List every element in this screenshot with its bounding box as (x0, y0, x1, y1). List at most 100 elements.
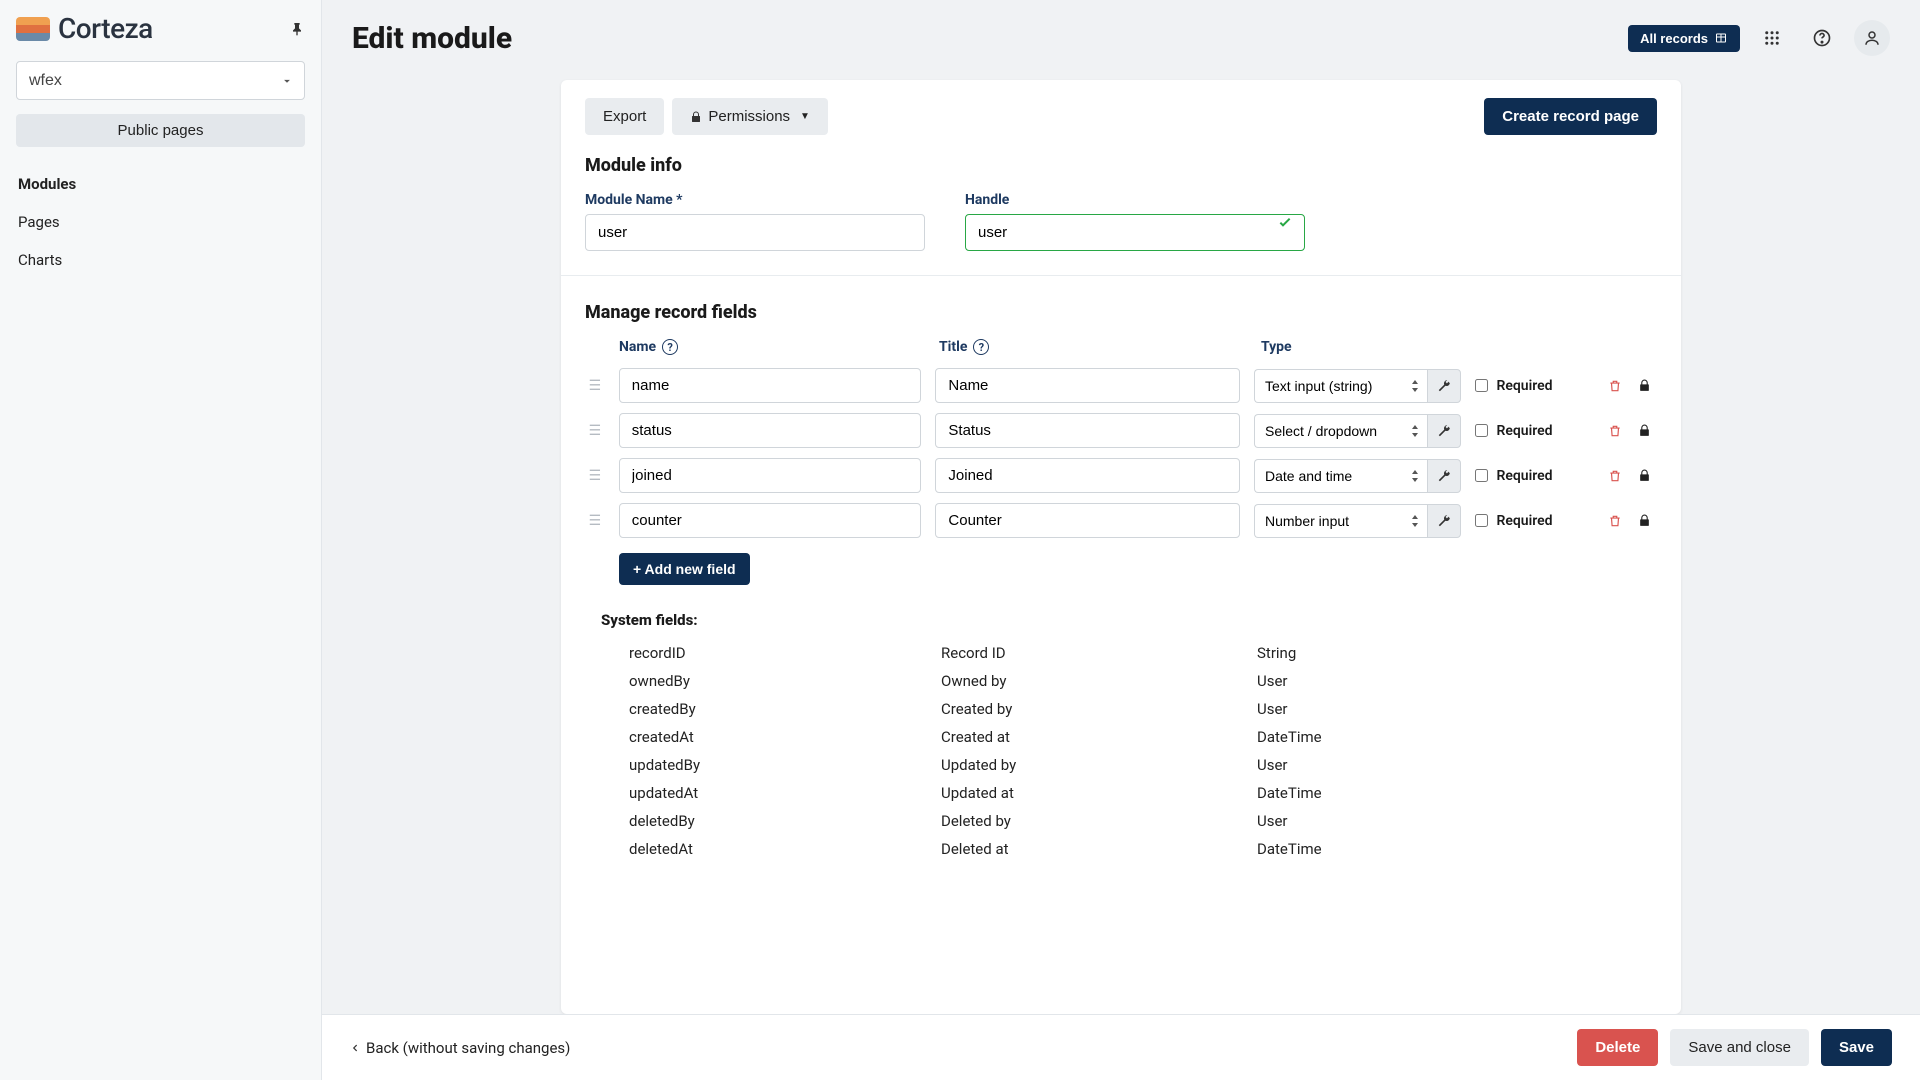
back-link[interactable]: Back (without saving changes) (350, 1039, 570, 1057)
field-type-select[interactable]: Number input (1254, 504, 1427, 538)
chevron-down-icon: ▼ (800, 111, 810, 122)
col-type-label: Type (1261, 339, 1471, 355)
save-and-close-button[interactable]: Save and close (1670, 1029, 1809, 1066)
sidebar-item-charts[interactable]: Charts (16, 241, 305, 279)
lock-icon (690, 110, 702, 124)
field-title-input[interactable] (935, 413, 1240, 448)
pin-icon[interactable] (289, 21, 305, 37)
field-name-input[interactable] (619, 413, 922, 448)
create-record-page-button[interactable]: Create record page (1484, 98, 1657, 135)
field-name-input[interactable] (619, 503, 922, 538)
wrench-icon (1437, 379, 1451, 393)
export-button[interactable]: Export (585, 98, 664, 135)
wrench-icon (1437, 424, 1451, 438)
system-field-type: User (1257, 812, 1288, 830)
system-fields-heading: System fields: (601, 611, 1657, 629)
drag-handle-icon[interactable]: ☰ (585, 424, 605, 438)
required-checkbox[interactable] (1475, 379, 1488, 392)
handle-label: Handle (965, 192, 1305, 208)
system-field-title: Deleted at (941, 840, 1257, 858)
system-field-type: DateTime (1257, 728, 1322, 746)
field-configure-button[interactable] (1427, 459, 1461, 493)
field-name-input[interactable] (619, 458, 922, 493)
save-button[interactable]: Save (1821, 1029, 1892, 1066)
system-field-title: Record ID (941, 644, 1257, 662)
chevron-left-icon (350, 1041, 360, 1055)
add-new-field-button[interactable]: + Add new field (619, 553, 750, 585)
system-field-name: createdBy (629, 700, 941, 718)
system-field-title: Created by (941, 700, 1257, 718)
help-icon[interactable]: ? (973, 339, 989, 355)
sidebar-item-modules[interactable]: Modules (16, 165, 305, 203)
public-pages-button[interactable]: Public pages (16, 114, 305, 147)
footer: Back (without saving changes) Delete Sav… (322, 1014, 1920, 1080)
required-checkbox[interactable] (1475, 469, 1488, 482)
system-field-title: Created at (941, 728, 1257, 746)
field-configure-button[interactable] (1427, 414, 1461, 448)
trash-icon[interactable] (1608, 423, 1622, 439)
delete-button[interactable]: Delete (1577, 1029, 1658, 1066)
field-title-input[interactable] (935, 368, 1240, 403)
permissions-label: Permissions (708, 108, 790, 125)
field-row: ☰ Select / dropdown Required (561, 408, 1681, 453)
field-row: ☰ Number input Required (561, 498, 1681, 543)
system-field-name: ownedBy (629, 672, 941, 690)
check-icon (1277, 214, 1293, 230)
col-name-label: Name (619, 339, 656, 355)
sidebar-item-pages[interactable]: Pages (16, 203, 305, 241)
required-checkbox[interactable] (1475, 424, 1488, 437)
field-type-select[interactable]: Date and time (1254, 459, 1427, 493)
brand-logo: Corteza (16, 12, 153, 45)
system-field-row: ownedBy Owned by User (601, 667, 1657, 695)
brand-name: Corteza (58, 12, 153, 45)
lock-icon[interactable] (1638, 468, 1651, 483)
all-records-label: All records (1640, 31, 1708, 46)
drag-handle-icon[interactable]: ☰ (585, 514, 605, 528)
system-field-type: User (1257, 672, 1288, 690)
namespace-select[interactable]: wfex (16, 61, 305, 100)
lock-icon[interactable] (1638, 513, 1651, 528)
back-label: Back (without saving changes) (366, 1039, 570, 1057)
system-field-row: updatedAt Updated at DateTime (601, 779, 1657, 807)
all-records-button[interactable]: All records (1628, 25, 1740, 52)
col-title-label: Title (939, 339, 967, 355)
handle-input[interactable] (965, 214, 1305, 251)
system-field-row: deletedBy Deleted by User (601, 807, 1657, 835)
field-row: ☰ Text input (string) Required (561, 363, 1681, 408)
help-icon[interactable]: ? (662, 339, 678, 355)
required-checkbox[interactable] (1475, 514, 1488, 527)
field-title-input[interactable] (935, 458, 1240, 493)
required-label: Required (1496, 378, 1552, 394)
trash-icon[interactable] (1608, 513, 1622, 529)
field-type-select[interactable]: Text input (string) (1254, 369, 1427, 403)
drag-handle-icon[interactable]: ☰ (585, 469, 605, 483)
field-type-select[interactable]: Select / dropdown (1254, 414, 1427, 448)
help-icon[interactable] (1804, 20, 1840, 56)
module-name-input[interactable] (585, 214, 925, 251)
system-field-name: recordID (629, 644, 941, 662)
system-field-row: createdBy Created by User (601, 695, 1657, 723)
trash-icon[interactable] (1608, 468, 1622, 484)
wrench-icon (1437, 469, 1451, 483)
module-name-label: Module Name * (585, 192, 925, 208)
system-field-name: updatedAt (629, 784, 941, 802)
drag-handle-icon[interactable]: ☰ (585, 379, 605, 393)
apps-grid-icon[interactable] (1754, 20, 1790, 56)
field-title-input[interactable] (935, 503, 1240, 538)
field-name-input[interactable] (619, 368, 922, 403)
field-configure-button[interactable] (1427, 504, 1461, 538)
lock-icon[interactable] (1638, 378, 1651, 393)
user-avatar-icon[interactable] (1854, 20, 1890, 56)
field-configure-button[interactable] (1427, 369, 1461, 403)
system-field-name: deletedAt (629, 840, 941, 858)
system-field-title: Deleted by (941, 812, 1257, 830)
system-field-title: Updated by (941, 756, 1257, 774)
system-field-type: DateTime (1257, 840, 1322, 858)
trash-icon[interactable] (1608, 378, 1622, 394)
lock-icon[interactable] (1638, 423, 1651, 438)
system-field-title: Owned by (941, 672, 1257, 690)
sidebar: Corteza wfex Public pages Modules Pages … (0, 0, 322, 1080)
permissions-button[interactable]: Permissions ▼ (672, 98, 828, 135)
system-field-name: updatedBy (629, 756, 941, 774)
logo-icon (16, 17, 50, 41)
